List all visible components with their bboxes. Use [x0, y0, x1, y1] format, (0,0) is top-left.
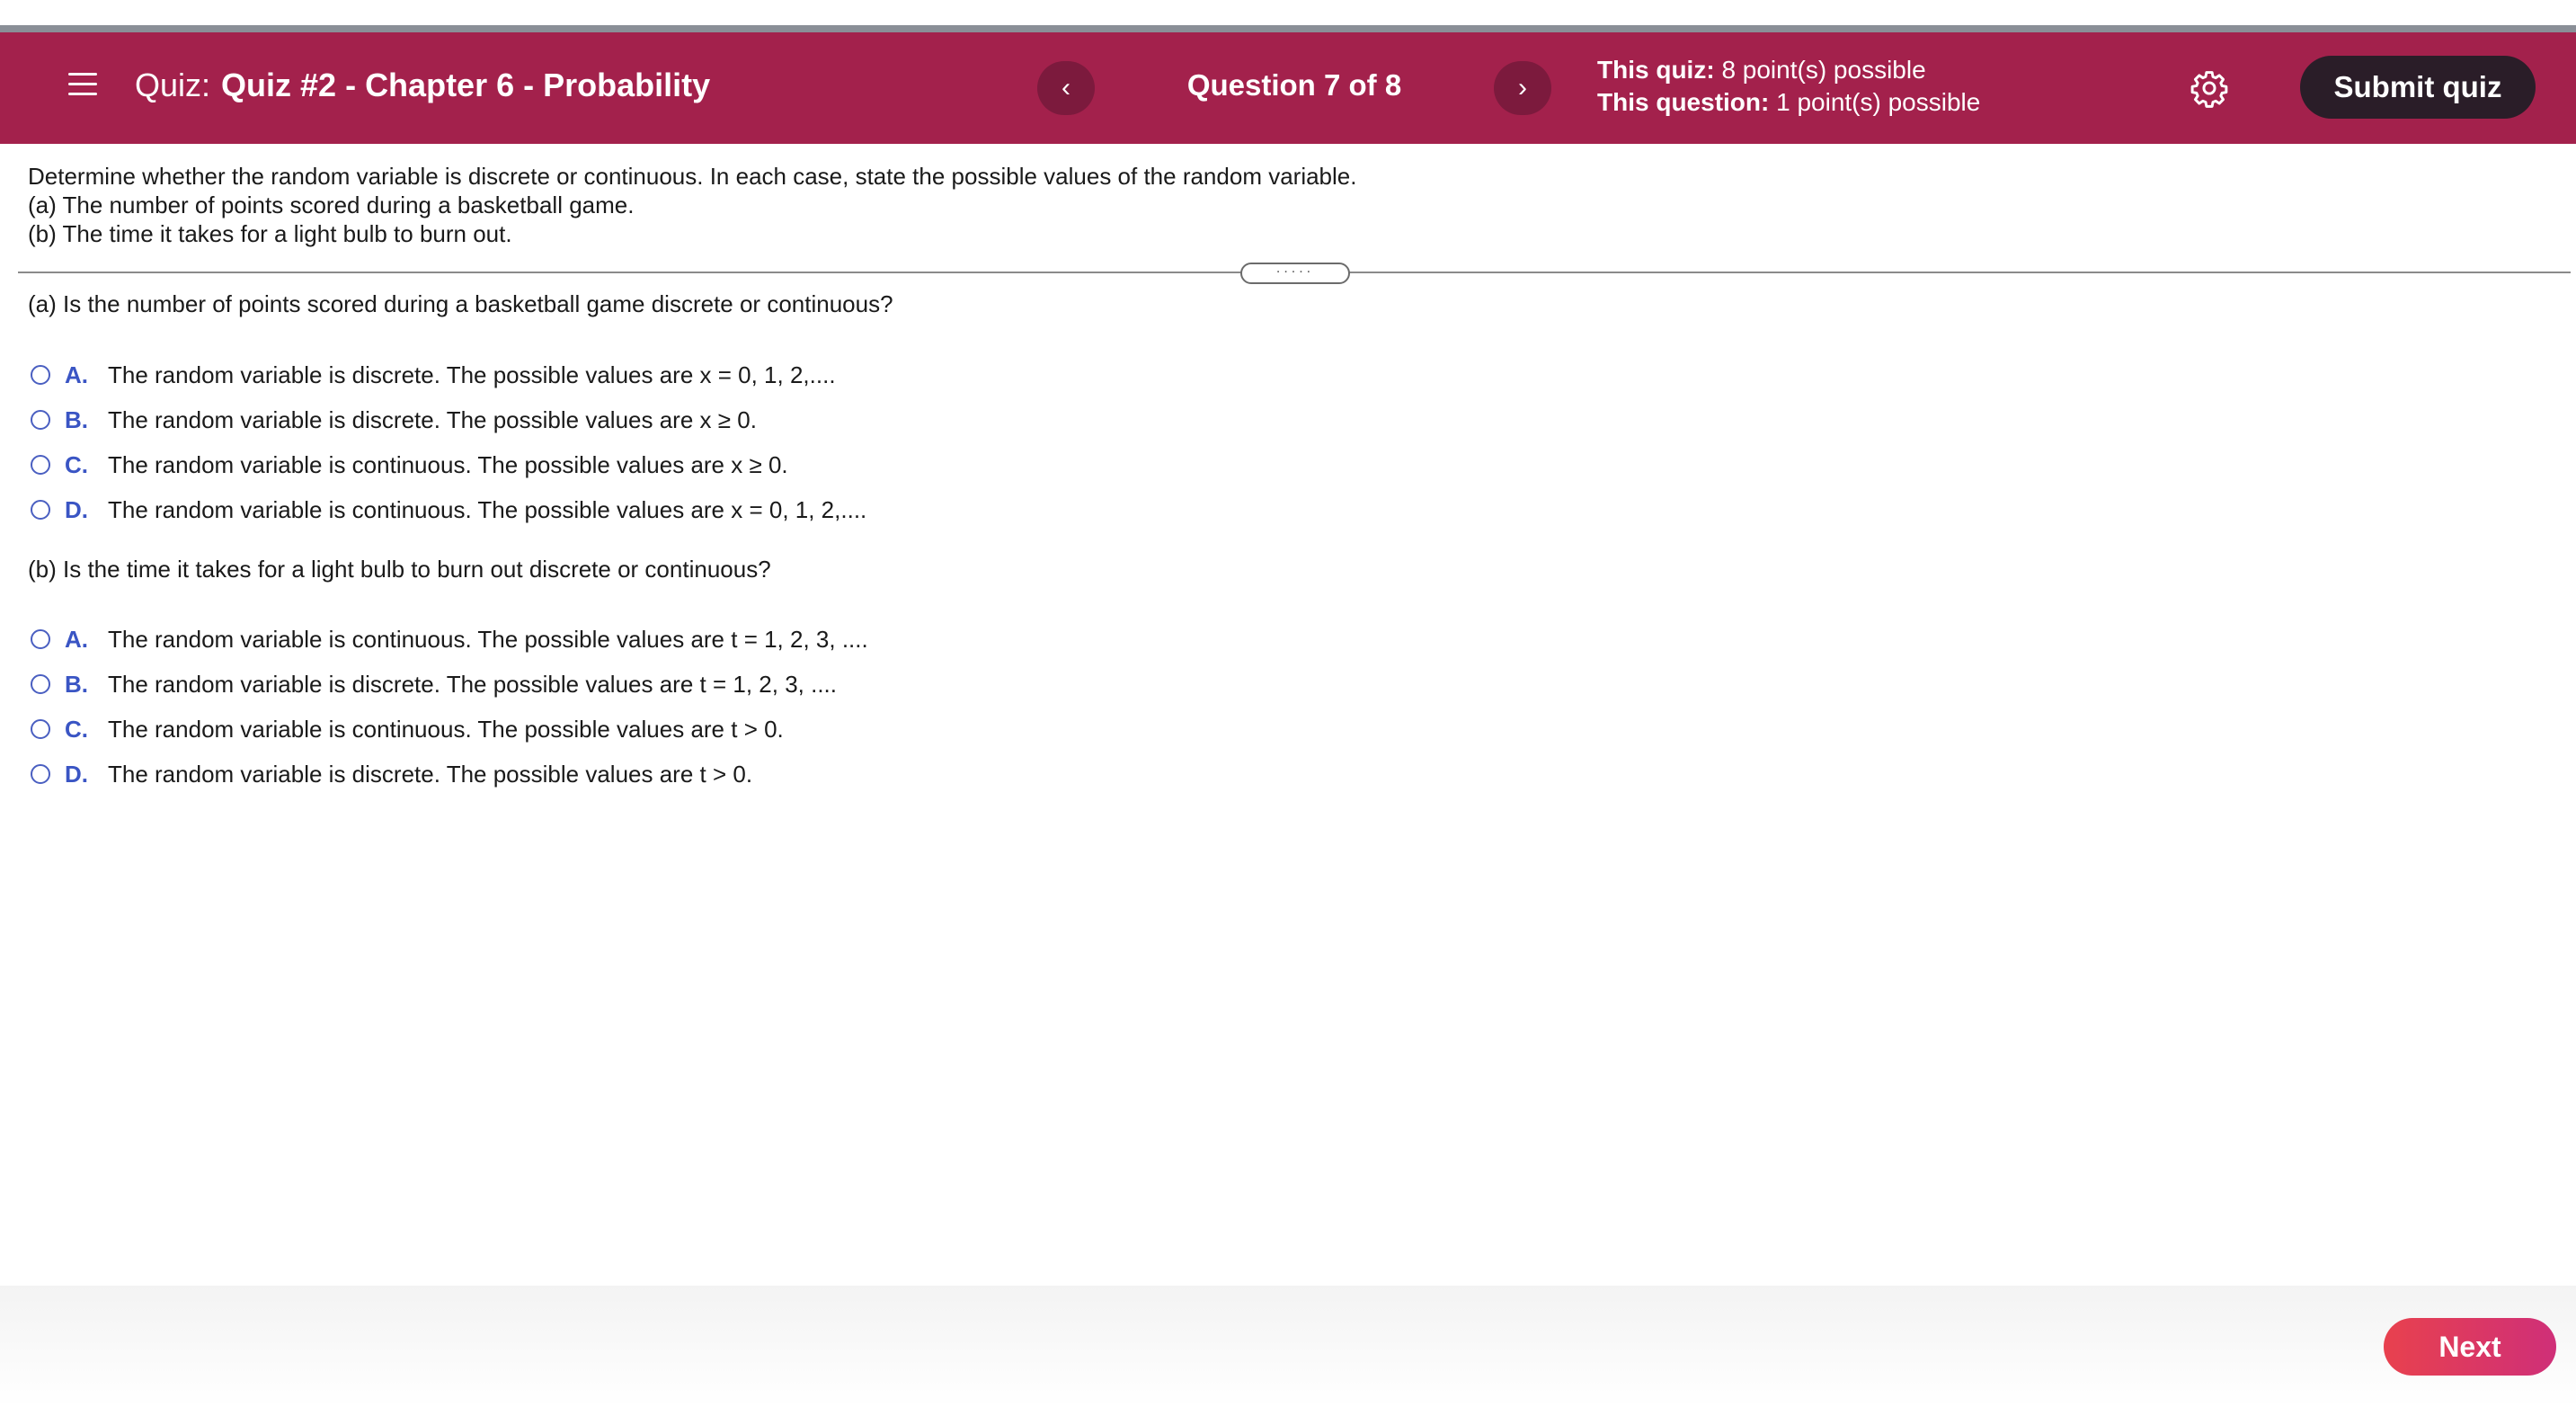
quiz-points-label: This quiz: [1597, 56, 1715, 84]
option-letter: C. [65, 450, 88, 478]
question-b-option-b[interactable]: B. The random variable is discrete. The … [31, 669, 837, 699]
radio-button[interactable] [31, 719, 50, 739]
question-a-option-c[interactable]: C. The random variable is continuous. Th… [31, 450, 788, 480]
top-strip [0, 25, 2576, 32]
quiz-title: Quiz: Quiz #2 - Chapter 6 - Probability [135, 67, 710, 104]
radio-button[interactable] [31, 674, 50, 694]
option-letter: B. [65, 670, 88, 698]
quiz-name: Quiz #2 - Chapter 6 - Probability [221, 67, 711, 103]
previous-question-button[interactable]: ‹ [1037, 61, 1095, 115]
question-b-option-a[interactable]: A. The random variable is continuous. Th… [31, 624, 868, 655]
option-letter: B. [65, 405, 88, 433]
quiz-points: This quiz: 8 point(s) possible [1597, 54, 1980, 86]
option-text: The random variable is continuous. The p… [108, 495, 867, 523]
option-text: The random variable is continuous. The p… [108, 450, 788, 478]
option-text: The random variable is continuous. The p… [108, 715, 784, 743]
option-letter: D. [65, 760, 88, 788]
radio-button[interactable] [31, 410, 50, 430]
divider-drag-handle[interactable]: ..... [1240, 262, 1350, 284]
next-button[interactable]: Next [2384, 1318, 2556, 1376]
question-b-prompt: (b) Is the time it takes for a light bul… [28, 556, 771, 583]
question-points-label: This question: [1597, 88, 1770, 116]
option-text: The random variable is discrete. The pos… [108, 405, 757, 433]
option-letter: D. [65, 495, 88, 523]
question-a-option-a[interactable]: A. The random variable is discrete. The … [31, 360, 836, 390]
footer-bar [0, 1286, 2576, 1407]
question-a-option-b[interactable]: B. The random variable is discrete. The … [31, 405, 757, 435]
radio-button[interactable] [31, 764, 50, 784]
question-counter: Question 7 of 8 [1186, 68, 1402, 102]
problem-statement: Determine whether the random variable is… [28, 162, 1356, 248]
gear-icon[interactable] [2190, 68, 2229, 108]
radio-button[interactable] [31, 365, 50, 385]
option-text: The random variable is discrete. The pos… [108, 361, 836, 388]
question-a-option-d[interactable]: D. The random variable is continuous. Th… [31, 494, 866, 525]
question-a-prompt: (a) Is the number of points scored durin… [28, 290, 893, 317]
option-text: The random variable is discrete. The pos… [108, 760, 753, 788]
option-text: The random variable is continuous. The p… [108, 625, 868, 653]
quiz-title-prefix: Quiz: [135, 67, 211, 103]
question-b-option-d[interactable]: D. The random variable is discrete. The … [31, 759, 752, 789]
option-letter: A. [65, 625, 88, 653]
question-points: This question: 1 point(s) possible [1597, 86, 1980, 119]
submit-quiz-button[interactable]: Submit quiz [2300, 56, 2536, 119]
option-text: The random variable is discrete. The pos… [108, 670, 837, 698]
next-question-button[interactable]: › [1494, 61, 1551, 115]
hamburger-menu-icon[interactable] [68, 73, 97, 96]
points-info: This quiz: 8 point(s) possible This ques… [1597, 54, 1980, 119]
option-letter: C. [65, 715, 88, 743]
radio-button[interactable] [31, 629, 50, 649]
quiz-header: Quiz: Quiz #2 - Chapter 6 - Probability ‹… [0, 32, 2576, 144]
quiz-points-value: 8 point(s) possible [1721, 56, 1926, 84]
problem-part-a: (a) The number of points scored during a… [28, 191, 635, 218]
radio-button[interactable] [31, 455, 50, 475]
question-points-value: 1 point(s) possible [1776, 88, 1981, 116]
radio-button[interactable] [31, 500, 50, 520]
problem-intro: Determine whether the random variable is… [28, 163, 1357, 190]
question-b-option-c[interactable]: C. The random variable is continuous. Th… [31, 714, 784, 744]
option-letter: A. [65, 361, 88, 388]
problem-part-b: (b) The time it takes for a light bulb t… [28, 220, 512, 247]
